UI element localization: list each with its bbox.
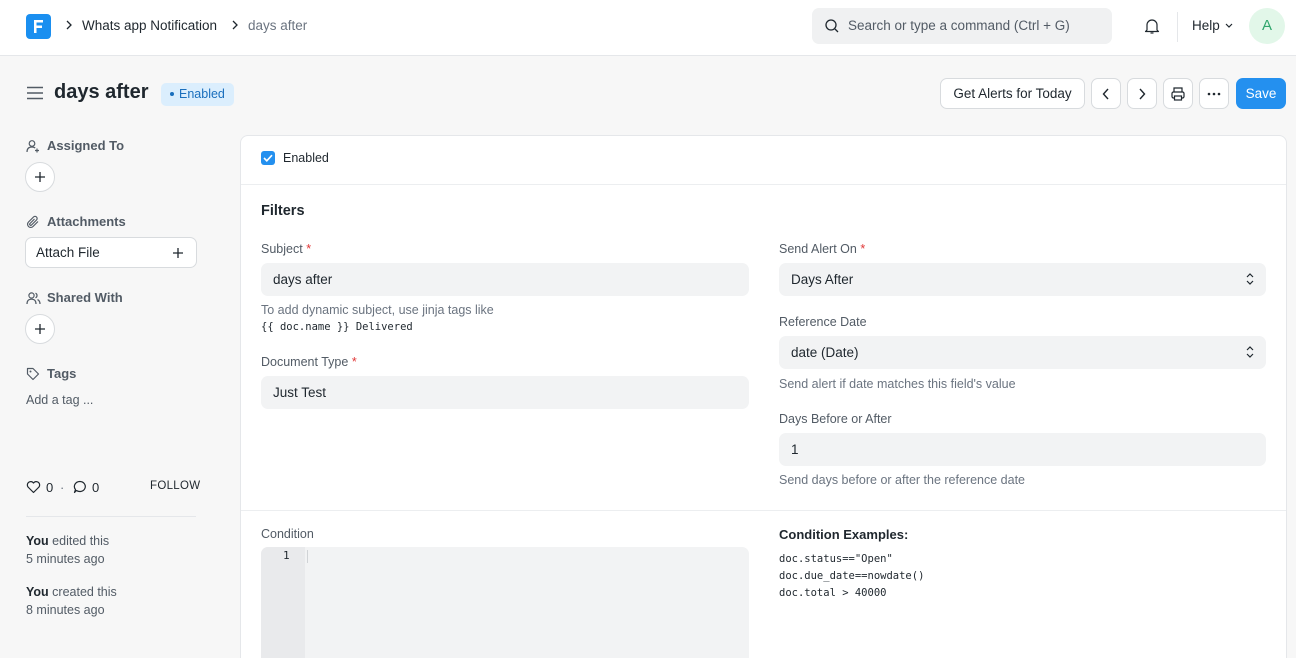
condition-code-editor[interactable]: 1 — [261, 547, 749, 658]
sidebar-divider — [26, 516, 196, 517]
activity-item: You edited this 5 minutes ago — [26, 534, 110, 566]
chevron-right-icon — [66, 20, 72, 30]
paperclip-icon — [26, 215, 39, 229]
ellipsis-icon — [1207, 92, 1221, 95]
section-divider — [241, 510, 1286, 511]
chevron-down-icon — [1225, 23, 1233, 28]
follow-button[interactable]: FOLLOW — [150, 480, 200, 492]
more-actions-button[interactable] — [1199, 78, 1229, 109]
navbar: Whats app Notification days after Search… — [0, 0, 1296, 56]
previous-button[interactable] — [1091, 78, 1121, 109]
likes-count: 0 — [46, 480, 54, 495]
editor-gutter — [261, 547, 305, 658]
days-before-after-label: Days Before or After — [779, 412, 892, 426]
status-dot-icon — [170, 91, 174, 96]
reference-date-select[interactable]: date (Date) — [779, 336, 1266, 369]
add-share-button[interactable] — [25, 314, 55, 344]
enabled-label[interactable]: Enabled — [283, 151, 329, 165]
plus-icon — [173, 248, 183, 258]
add-assignee-button[interactable] — [25, 162, 55, 192]
get-alerts-button[interactable]: Get Alerts for Today — [940, 78, 1085, 109]
separator-dot: · — [60, 480, 65, 495]
help-menu[interactable]: Help — [1192, 18, 1220, 33]
select-arrows-icon — [1246, 346, 1254, 358]
document-type-input[interactable]: Just Test — [261, 376, 749, 409]
enabled-checkbox[interactable] — [261, 151, 275, 165]
subject-input[interactable]: days after — [261, 263, 749, 296]
plus-icon — [35, 172, 45, 182]
avatar[interactable]: A — [1249, 8, 1285, 44]
navbar-divider — [1177, 12, 1178, 42]
status-badge: Enabled — [161, 83, 234, 106]
heart-icon[interactable] — [26, 480, 41, 494]
subject-description-code: {{ doc.name }} Delivered — [261, 321, 413, 333]
editor-cursor — [307, 550, 308, 563]
reference-date-description: Send alert if date matches this field's … — [779, 377, 1016, 391]
users-icon — [26, 292, 41, 305]
days-before-after-description: Send days before or after the reference … — [779, 473, 1025, 487]
condition-examples-title: Condition Examples: — [779, 527, 909, 542]
comments-count: 0 — [92, 480, 100, 495]
line-number: 1 — [283, 549, 290, 562]
comment-icon[interactable] — [73, 480, 87, 494]
chevron-right-icon — [232, 20, 238, 30]
chevron-left-icon — [1102, 88, 1109, 99]
printer-icon — [1171, 86, 1185, 101]
filters-section-title: Filters — [261, 203, 305, 219]
user-add-icon — [26, 140, 39, 153]
chevron-right-icon — [1139, 88, 1146, 99]
condition-example-line: doc.due_date==nowdate() — [779, 570, 925, 582]
condition-example-line: doc.total > 40000 — [779, 587, 887, 599]
condition-label: Condition — [261, 527, 314, 541]
document-type-label: Document Type * — [261, 355, 357, 369]
checkmark-icon — [263, 154, 273, 162]
send-alert-on-select[interactable]: Days After — [779, 263, 1266, 296]
next-button[interactable] — [1127, 78, 1157, 109]
tag-icon — [26, 367, 40, 381]
section-divider — [241, 184, 1286, 185]
bell-icon[interactable] — [1143, 17, 1161, 35]
app-logo-icon[interactable] — [26, 14, 51, 39]
breadcrumb-current[interactable]: days after — [248, 18, 307, 33]
subject-label: Subject * — [261, 242, 312, 256]
hamburger-icon[interactable] — [26, 86, 44, 100]
attach-file-button[interactable]: Attach File — [25, 237, 197, 268]
save-button[interactable]: Save — [1236, 78, 1286, 109]
send-alert-on-label: Send Alert On * — [779, 242, 866, 256]
print-button[interactable] — [1163, 78, 1193, 109]
page-title: days after — [54, 81, 149, 103]
activity-item: You created this 8 minutes ago — [26, 585, 117, 617]
search-input[interactable]: Search or type a command (Ctrl + G) — [812, 8, 1112, 44]
subject-description: To add dynamic subject, use jinja tags l… — [261, 303, 494, 317]
search-placeholder: Search or type a command (Ctrl + G) — [848, 18, 1070, 33]
breadcrumb-doctype[interactable]: Whats app Notification — [82, 18, 217, 33]
days-before-after-input[interactable]: 1 — [779, 433, 1266, 466]
condition-example-line: doc.status=="Open" — [779, 553, 893, 565]
reference-date-label: Reference Date — [779, 315, 867, 329]
select-arrows-icon — [1246, 273, 1254, 285]
plus-icon — [35, 324, 45, 334]
search-icon — [825, 19, 839, 33]
add-tag-link[interactable]: Add a tag ... — [26, 393, 93, 407]
